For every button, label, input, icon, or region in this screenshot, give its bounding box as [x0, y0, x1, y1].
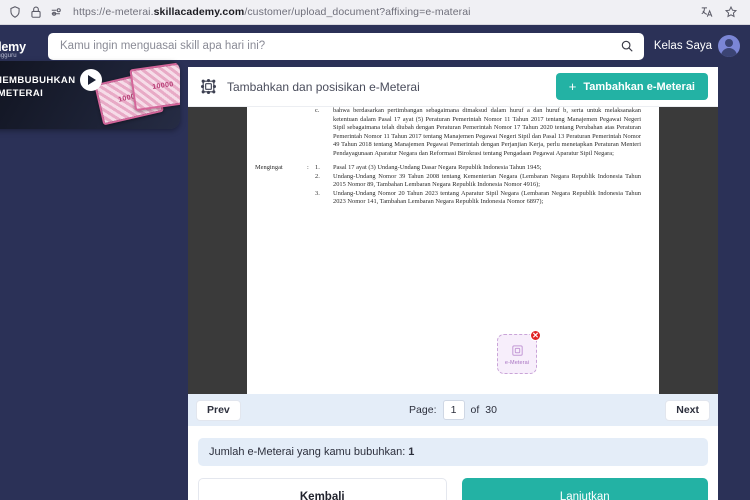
add-meterai-button[interactable]: + Tambahkan e-Meterai [555, 73, 708, 100]
promo-text: MEMBUBUHKAN -METERAI [0, 75, 75, 101]
add-meterai-label: Tambahkan e-Meterai [583, 80, 695, 93]
account-menu[interactable]: Kelas Saya [654, 35, 742, 57]
prev-page-button[interactable]: Prev [196, 399, 241, 421]
viewer-left-gutter [188, 107, 247, 394]
mengingat-text-1: Pasal 17 ayat (3) Undang-Undang Dasar Ne… [333, 164, 542, 172]
note-value-2: 10000 [151, 81, 175, 91]
page-body: 10000 10000 MEMBUBUHKAN -METERAI [0, 61, 750, 500]
url-path: /customer/upload_document?affixing=e-mat… [244, 6, 471, 18]
document-viewer[interactable]: Negara; c. bahwa berdasarkan pertimbanga… [188, 107, 718, 394]
document-text: Negara; c. bahwa berdasarkan pertimbanga… [255, 107, 641, 207]
page-indicator: Page: of 30 [188, 400, 718, 420]
next-page-button[interactable]: Next [665, 399, 710, 421]
mengingat-item-3: 3. Undang-Undang Nomor 20 Tahun 2023 ten… [255, 190, 641, 207]
logo-line-3: angguru [0, 53, 17, 60]
mengingat-text-2: Undang-Undang Nomor 39 Tahun 2008 tentan… [333, 172, 641, 189]
continue-button[interactable]: Lanjutkan [461, 478, 708, 500]
meterai-count-summary: Jumlah e-Meterai yang kamu bubuhkan: 1 [198, 438, 708, 466]
bookmark-star-icon[interactable] [724, 5, 738, 19]
shield-icon[interactable] [8, 5, 22, 19]
mengingat-num-2: 2. [315, 172, 320, 180]
mengingat-colon: : [307, 164, 309, 172]
meterai-note-2: 10000 [129, 61, 180, 112]
mengingat-label: Mengingat [255, 164, 283, 172]
avatar-head [725, 39, 733, 47]
page-title: Tambahkan dan posisikan e-Meterai [227, 79, 420, 94]
promo-line-2: -METERAI [0, 87, 44, 99]
page-number-input[interactable] [442, 400, 465, 420]
stamp-placeholder-icon [511, 344, 523, 356]
page-of-label: of [470, 404, 480, 416]
search-icon[interactable] [620, 39, 634, 53]
search-bar[interactable] [48, 32, 644, 60]
paragraph-c-marker: c. [315, 107, 320, 114]
emeterai-placeholder[interactable]: e-Meterai ✕ [497, 330, 541, 374]
summary-label: Jumlah e-Meterai yang kamu bubuhkan: [209, 446, 406, 458]
pagination-bar: Prev Page: of 30 Next [188, 394, 718, 426]
viewer-right-gutter [659, 107, 718, 394]
back-button[interactable]: Kembali [198, 478, 447, 500]
browser-actions [700, 5, 738, 19]
avatar[interactable] [718, 35, 740, 57]
document-paragraph-c: c. bahwa berdasarkan pertimbangan sebaga… [255, 107, 641, 158]
card-header: Tambahkan dan posisikan e-Meterai + Tamb… [188, 67, 718, 107]
avatar-body [721, 48, 737, 57]
remove-emeterai-button[interactable]: ✕ [530, 330, 541, 341]
summary-count: 1 [408, 446, 415, 458]
mengingat-item-2: 2. Undang-Undang Nomor 39 Tahun 2008 ten… [255, 173, 641, 190]
plus-icon: + [568, 79, 577, 94]
lock-icon[interactable] [29, 5, 43, 19]
footer-actions: Kembali Lanjutkan [198, 478, 708, 500]
extension-icon[interactable] [50, 5, 64, 19]
right-background-strip [718, 67, 750, 500]
emeterai-placeholder-label: e-Meterai [504, 359, 530, 366]
stamp-icon [200, 78, 217, 95]
page-total: 30 [485, 404, 497, 416]
translate-icon[interactable] [700, 5, 714, 19]
mengingat-item-1: Mengingat : 1. Pasal 17 ayat (3) Undang-… [255, 164, 641, 173]
promo-line-1: MEMBUBUHKAN [0, 75, 76, 86]
paragraph-c-text: bahwa berdasarkan pertimbangan sebagaima… [333, 107, 641, 157]
mengingat-num-1: 1. [315, 164, 320, 172]
mengingat-text-3: Undang-Undang Nomor 20 Tahun 2023 tentan… [333, 189, 641, 206]
close-icon: ✕ [532, 330, 539, 340]
mengingat-num-3: 3. [315, 189, 320, 197]
url-prefix: https://e-meterai. [73, 6, 154, 18]
affix-meterai-card: Tambahkan dan posisikan e-Meterai + Tamb… [188, 67, 718, 500]
url-domain: skillacademy.com [153, 6, 245, 18]
address-bar[interactable]: https://e-meterai.skillacademy.com/custo… [73, 6, 693, 18]
play-icon[interactable] [80, 69, 102, 91]
browser-toolbar: https://e-meterai.skillacademy.com/custo… [0, 0, 750, 25]
document-page[interactable]: Negara; c. bahwa berdasarkan pertimbanga… [247, 107, 659, 394]
search-input[interactable] [60, 40, 620, 52]
logo-line-2: demy [0, 39, 26, 54]
page-label: Page: [409, 404, 437, 416]
site-logo[interactable]: l demy angguru [0, 32, 42, 59]
promo-banner[interactable]: 10000 10000 MEMBUBUHKAN -METERAI [0, 61, 180, 129]
my-classes-label: Kelas Saya [653, 40, 712, 52]
